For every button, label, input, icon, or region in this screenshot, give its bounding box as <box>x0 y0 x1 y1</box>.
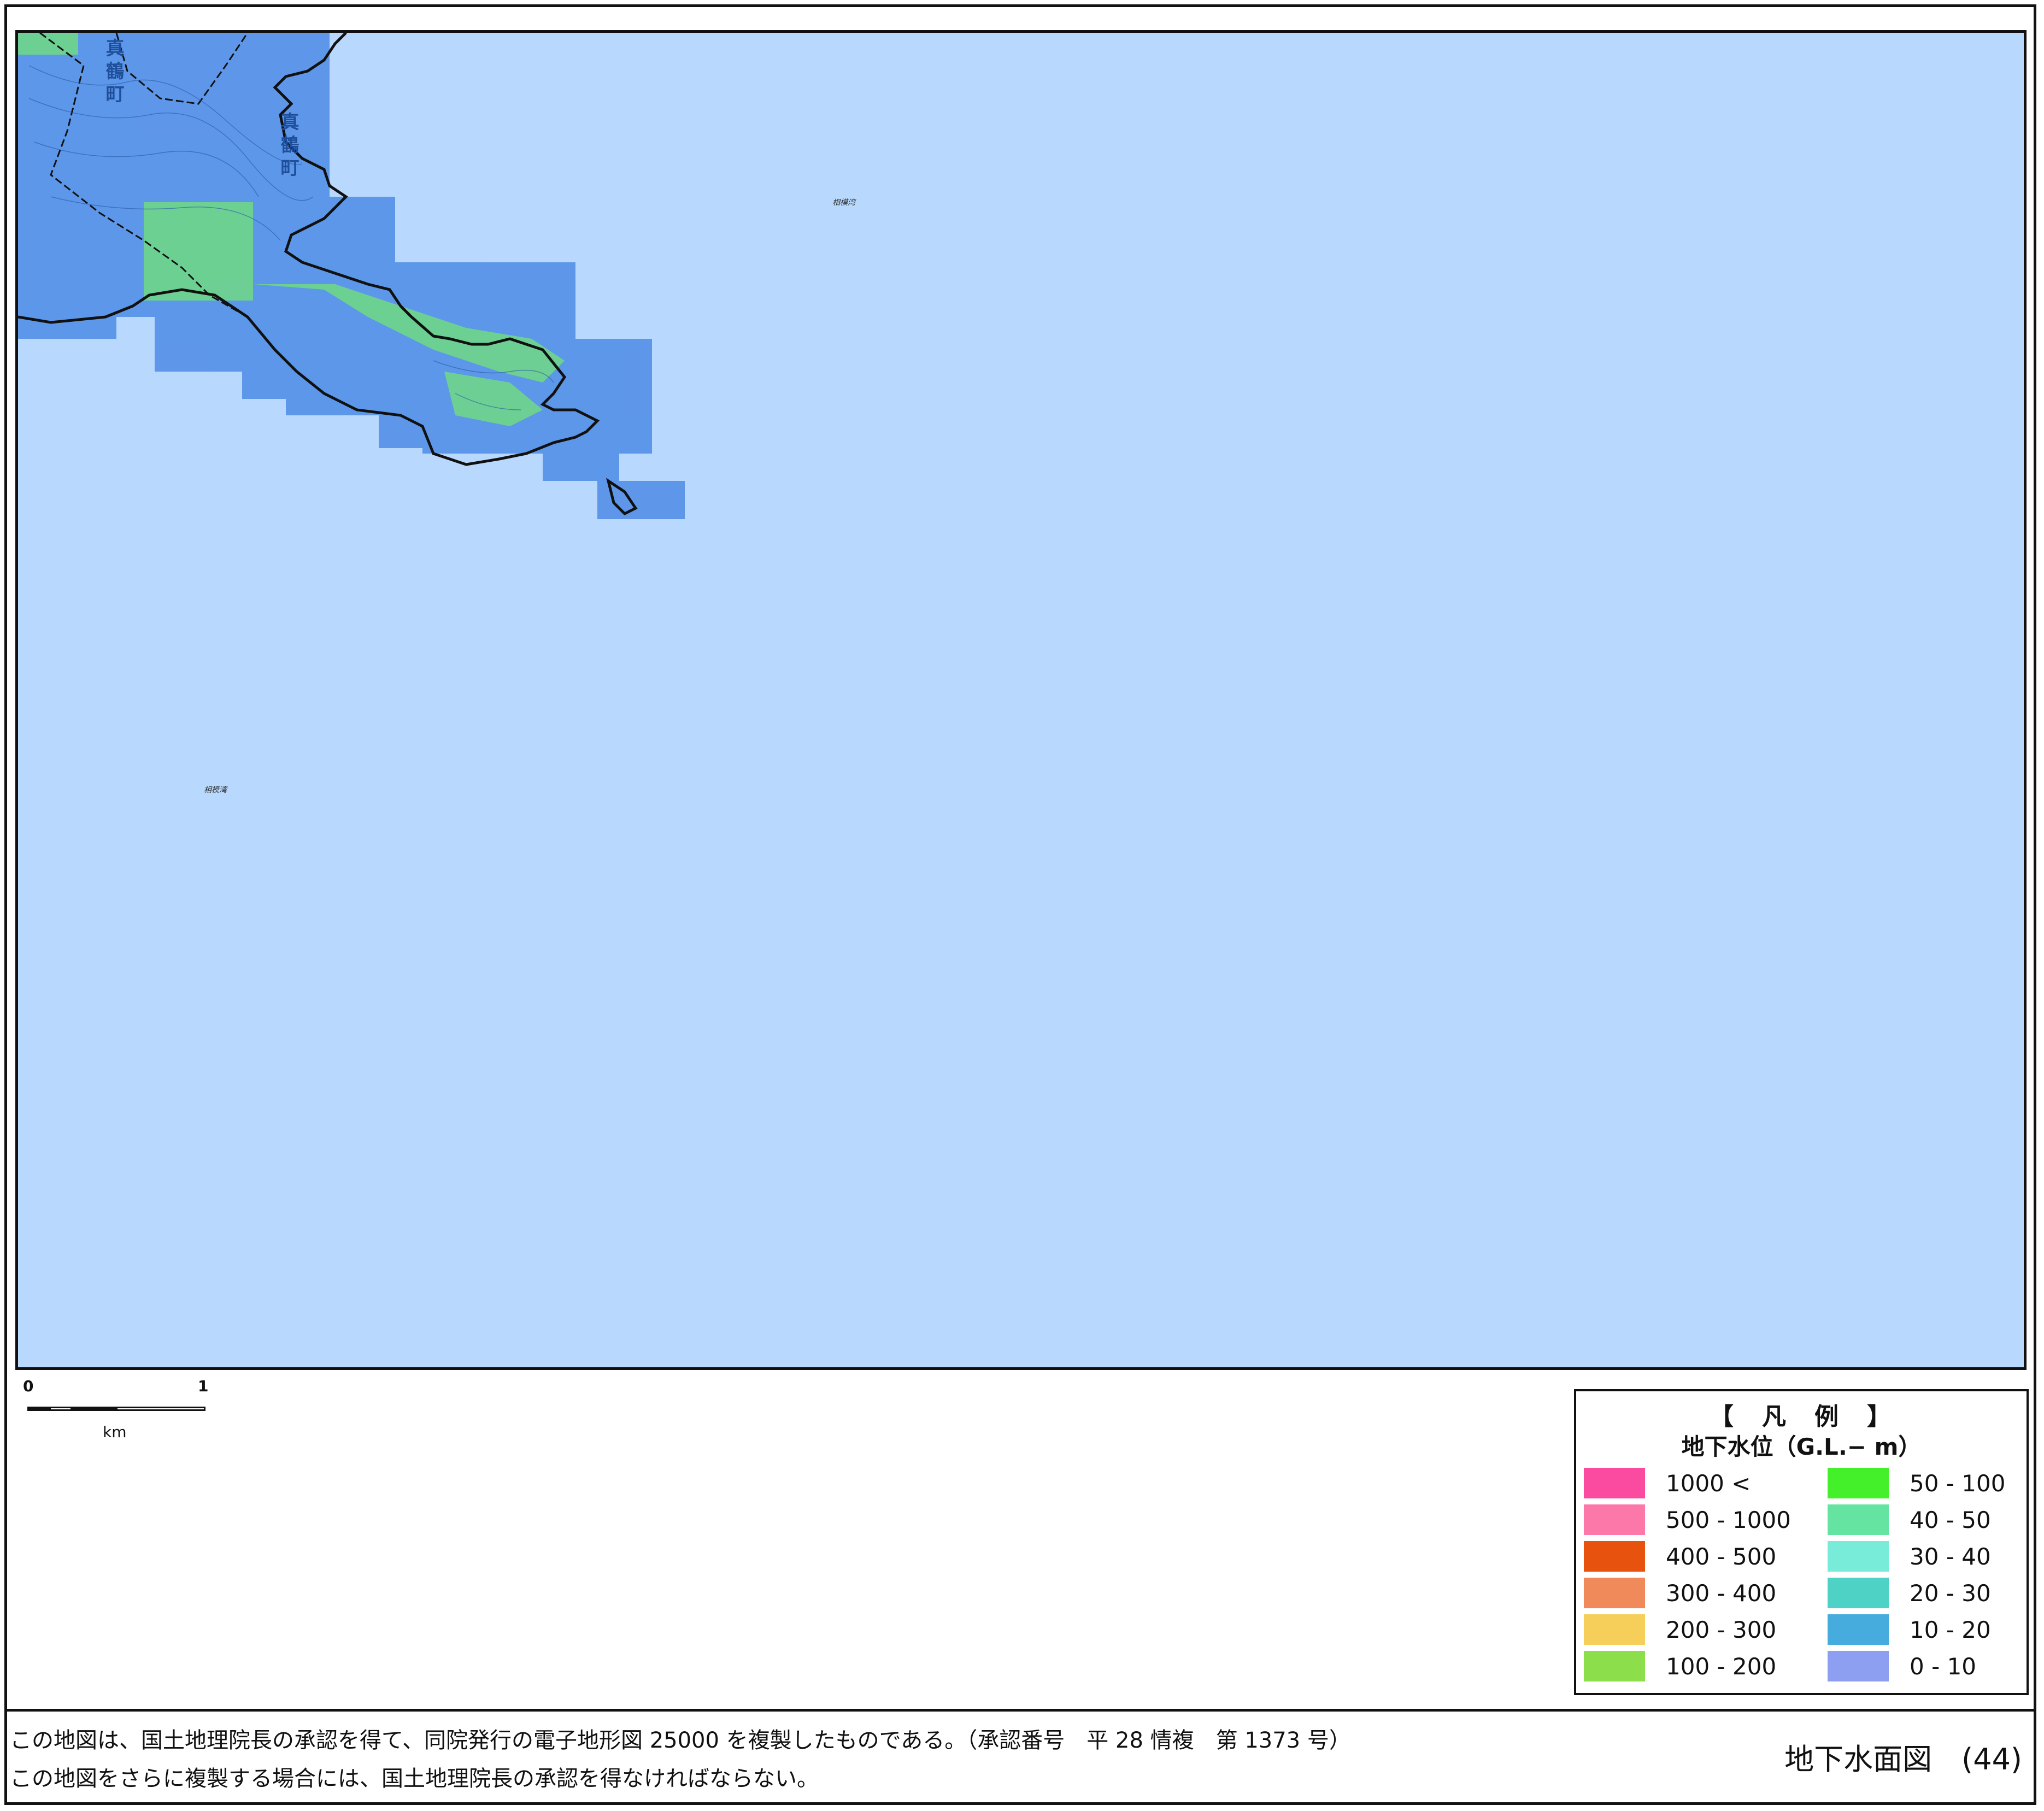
legend-label: 30 - 40 <box>1910 1543 1991 1570</box>
legend-item: 200 - 300 <box>1584 1614 1802 1645</box>
legend-swatch <box>1584 1614 1645 1645</box>
legend-item: 20 - 30 <box>1828 1578 2044 1608</box>
legend-item: 30 - 40 <box>1828 1541 2044 1572</box>
legend-item: 1000 < <box>1584 1468 1802 1498</box>
legend-swatch <box>1828 1614 1889 1645</box>
legend-item: 400 - 500 <box>1584 1541 1802 1572</box>
legend-label: 400 - 500 <box>1666 1543 1777 1570</box>
legend-swatch <box>1584 1651 1645 1681</box>
legend-label: 50 - 100 <box>1910 1470 2006 1497</box>
scale-one: 1 <box>198 1377 209 1395</box>
legend-title: 【 凡 例 】 <box>1710 1403 1893 1431</box>
legend-item: 40 - 50 <box>1828 1504 2044 1535</box>
map-svg <box>18 33 685 519</box>
bay-label-2: 相模湾 <box>204 786 227 795</box>
town-label-1: 真鶴町 <box>102 38 124 107</box>
legend-label: 40 - 50 <box>1910 1507 1991 1533</box>
scale-segment <box>71 1407 117 1411</box>
legend-item: 100 - 200 <box>1584 1651 1802 1681</box>
legend-swatch <box>1828 1651 1889 1681</box>
scale-bar: 0 1 km <box>23 1377 209 1448</box>
scale-segment <box>27 1407 50 1411</box>
legend-swatch <box>1828 1468 1889 1498</box>
legend-item: 50 - 100 <box>1828 1468 2044 1498</box>
legend-label: 1000 < <box>1666 1470 1751 1497</box>
legend-swatch <box>1828 1504 1889 1535</box>
town-label-2: 真鶴町 <box>277 112 299 181</box>
legend-label: 300 - 400 <box>1666 1580 1777 1607</box>
legend-label: 500 - 1000 <box>1666 1507 1791 1533</box>
legend-label: 100 - 200 <box>1666 1653 1777 1680</box>
legend-label: 10 - 20 <box>1910 1616 1991 1643</box>
legend-swatch <box>1584 1468 1645 1498</box>
legend-label: 0 - 10 <box>1910 1653 1977 1680</box>
footer-divider <box>4 1709 2036 1712</box>
legend-swatch <box>1828 1578 1889 1608</box>
legend-swatch <box>1584 1504 1645 1535</box>
legend-item: 0 - 10 <box>1828 1651 2044 1681</box>
bay-label-1: 相模湾 <box>832 198 855 207</box>
scale-segment <box>116 1407 205 1411</box>
legend-item: 300 - 400 <box>1584 1578 1802 1608</box>
scale-unit: km <box>103 1423 127 1441</box>
legend-swatch <box>1828 1541 1889 1572</box>
legend-label: 20 - 30 <box>1910 1580 1991 1607</box>
legend-swatch <box>1584 1578 1645 1608</box>
footer-copyright-line-2: この地図をさらに複製する場合には、国土地理院長の承認を得なければならない。 <box>10 1766 819 1791</box>
legend-subtitle: 地下水位（G.L.− m） <box>1681 1433 1922 1460</box>
legend: 【 凡 例 】 地下水位（G.L.− m） 1000 < 500 - 1000 40… <box>1574 1389 2029 1695</box>
footer-copyright-line-1: この地図は、国土地理院長の承認を得て、同院発行の電子地形図 25000 を複製し… <box>10 1728 1351 1753</box>
legend-swatch <box>1584 1541 1645 1572</box>
legend-item: 10 - 20 <box>1828 1614 2044 1645</box>
legend-label: 200 - 300 <box>1666 1616 1777 1643</box>
legend-item: 500 - 1000 <box>1584 1504 1802 1535</box>
scale-segment <box>49 1407 72 1411</box>
map-area[interactable]: 相模湾 相模湾 真鶴町 真鶴町 <box>15 30 2027 1370</box>
map-sheet-title: 地下水面図 (44) <box>1784 1742 2022 1777</box>
scale-zero: 0 <box>23 1377 34 1395</box>
